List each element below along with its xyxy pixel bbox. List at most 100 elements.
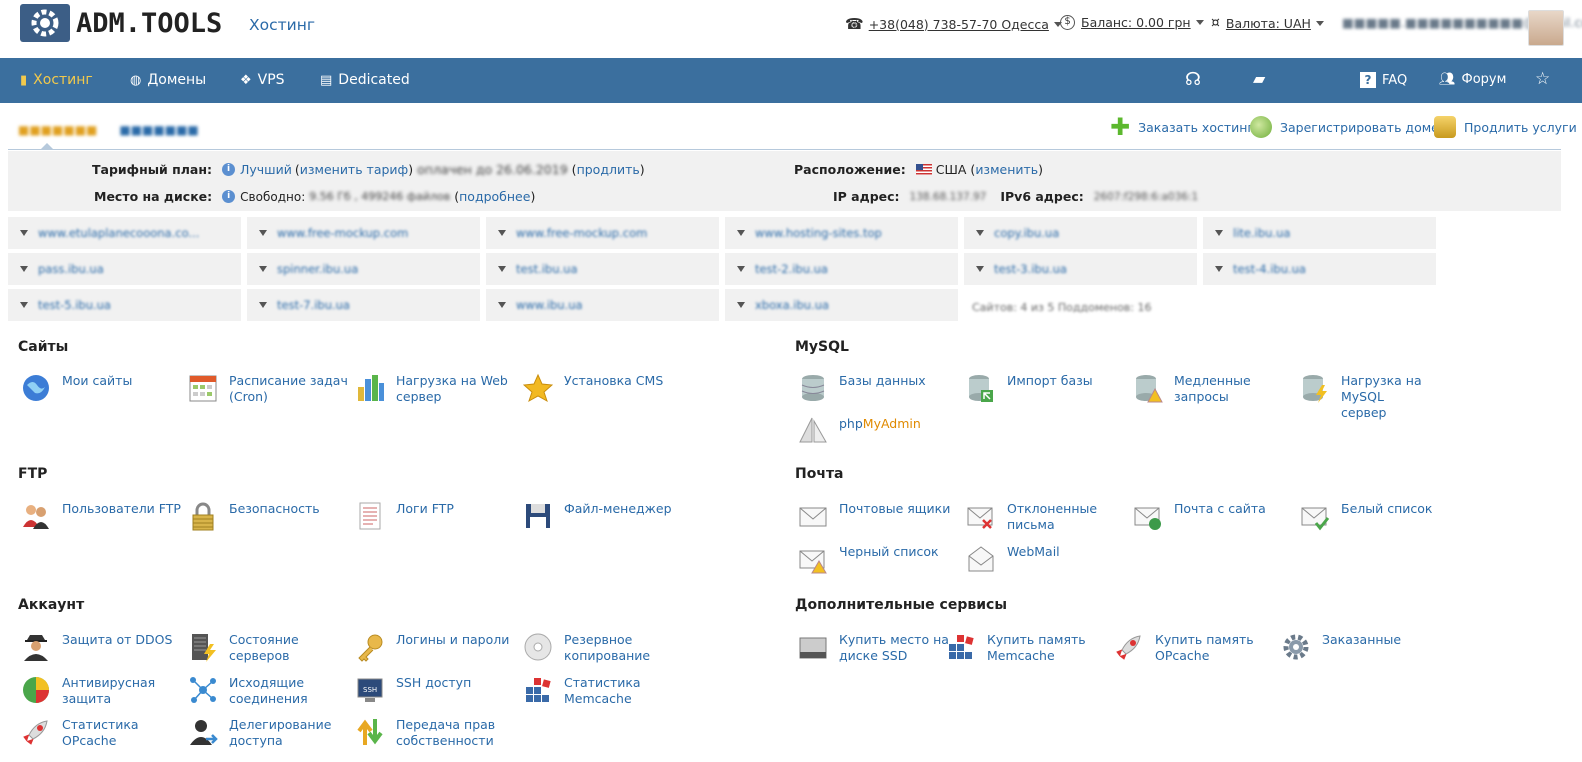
outgoing-connections-label: Исходящие соединения bbox=[229, 675, 308, 706]
caret-down-icon bbox=[498, 230, 506, 236]
mysql-load-item[interactable]: Нагрузка на MySQL сервер bbox=[1299, 372, 1461, 421]
domain-item[interactable]: test-7.ibu.ua bbox=[247, 289, 480, 321]
domain-item[interactable]: www.free-mockup.com bbox=[247, 217, 480, 249]
info-icon[interactable]: i bbox=[222, 190, 236, 203]
domain-item[interactable]: test-5.ibu.ua bbox=[8, 289, 241, 321]
divider bbox=[8, 149, 1561, 150]
avatar[interactable] bbox=[1528, 10, 1564, 46]
domain-item[interactable]: xboxa.ibu.ua bbox=[725, 289, 958, 321]
install-cms-label: Установка CMS bbox=[564, 373, 664, 388]
disk-free-label: Свободно: bbox=[240, 189, 306, 204]
database-import-icon bbox=[965, 372, 997, 404]
caret-down-icon bbox=[737, 266, 745, 272]
logo[interactable]: ADM.TOOLS bbox=[20, 4, 222, 42]
whitelist-item[interactable]: Белый список bbox=[1299, 500, 1461, 532]
currency-dropdown[interactable]: ¤ Валюта: UAH bbox=[1211, 15, 1324, 31]
register-domain-button[interactable]: Зарегистрировать домен bbox=[1250, 116, 1447, 138]
star-icon[interactable]: ☆ bbox=[1535, 69, 1550, 89]
domain-item[interactable]: lite.ibu.ua bbox=[1203, 217, 1436, 249]
server-status-item[interactable]: Состояние серверов bbox=[187, 631, 349, 664]
change-location-link[interactable]: изменить bbox=[975, 162, 1038, 177]
domain-item[interactable]: www.ibu.ua bbox=[486, 289, 719, 321]
main-nav: ▮ Хостинг ◍ Домены ❖ VPS ▤ Dedicated ☊ ▰… bbox=[0, 58, 1582, 103]
site-mail-item[interactable]: Почта с сайта bbox=[1132, 500, 1294, 532]
phpmyadmin-item[interactable]: phpMyAdmin bbox=[797, 415, 959, 447]
buy-ssd-item[interactable]: Купить место на диске SSD bbox=[797, 631, 959, 664]
nav-domains-label: Домены bbox=[147, 72, 207, 88]
domain-item[interactable]: www.hosting-sites.top bbox=[725, 217, 958, 249]
import-db-label: Импорт базы bbox=[1007, 373, 1093, 388]
blacklist-item[interactable]: Черный список bbox=[797, 543, 959, 575]
nav-forum[interactable]: 👥︎ Форум bbox=[1439, 72, 1506, 87]
antivirus-label: Антивирусная защита bbox=[62, 675, 156, 706]
import-db-item[interactable]: Импорт базы bbox=[965, 372, 1127, 404]
webmail-item[interactable]: WebMail bbox=[965, 543, 1127, 575]
location-label: Расположение: bbox=[794, 162, 906, 177]
nav-faq[interactable]: ? FAQ bbox=[1360, 72, 1407, 88]
install-cms-item[interactable]: Установка CMS bbox=[522, 372, 684, 404]
phone-dropdown[interactable]: ☎ +38(048) 738-57-70 Одесса bbox=[845, 15, 1062, 33]
ftp-logs-item[interactable]: Логи FTP bbox=[354, 500, 516, 532]
outgoing-connections-item[interactable]: Исходящие соединения bbox=[187, 674, 349, 707]
buy-memcache-item[interactable]: Купить память Memcache bbox=[945, 631, 1107, 664]
tab-account-2[interactable]: ■■■■■■■ bbox=[119, 123, 198, 137]
order-hosting-button[interactable]: ✚ Заказать хостинг bbox=[1110, 115, 1254, 139]
databases-item[interactable]: Базы данных bbox=[797, 372, 959, 404]
antivirus-item[interactable]: Антивирусная защита bbox=[20, 674, 182, 707]
file-manager-item[interactable]: Файл-менеджер bbox=[522, 500, 684, 532]
backup-item[interactable]: Резервное копирование bbox=[522, 631, 684, 664]
logins-item[interactable]: Логины и пароли bbox=[354, 631, 516, 663]
change-plan-link[interactable]: изменить тариф bbox=[300, 162, 409, 177]
caret-down-icon bbox=[1215, 230, 1223, 236]
slow-queries-item[interactable]: Медленные запросы bbox=[1132, 372, 1304, 405]
details-link[interactable]: подробнее bbox=[459, 189, 530, 204]
nav-hosting[interactable]: ▮ Хостинг bbox=[20, 72, 93, 88]
tab-account-1[interactable]: ■■■■■■■ bbox=[18, 123, 97, 137]
section-sites-title: Сайты bbox=[18, 339, 69, 355]
domain-item[interactable]: spinner.ibu.ua bbox=[247, 253, 480, 285]
extend-link[interactable]: продлить bbox=[577, 162, 640, 177]
network-icon bbox=[187, 674, 219, 706]
web-load-item[interactable]: Нагрузка на Web сервер bbox=[354, 372, 516, 405]
nav-dedicated[interactable]: ▤ Dedicated bbox=[320, 72, 410, 88]
domain-item[interactable]: test-3.ibu.ua bbox=[964, 253, 1197, 285]
info-icon[interactable]: i bbox=[221, 163, 235, 176]
chat-icon[interactable]: ▰ bbox=[1253, 69, 1265, 88]
domain-item[interactable]: www.etulaplanecooona.co... bbox=[8, 217, 241, 249]
domain-item[interactable]: test-4.ibu.ua bbox=[1203, 253, 1436, 285]
location-row: Расположение: США (изменить) bbox=[794, 162, 1043, 177]
buy-opcache-item[interactable]: Купить память OPcache bbox=[1113, 631, 1275, 664]
my-sites-label: Мои сайты bbox=[62, 373, 133, 388]
domain-item[interactable]: test-2.ibu.ua bbox=[725, 253, 958, 285]
ownership-transfer-item[interactable]: Передача прав собственности bbox=[354, 716, 516, 749]
nav-vps[interactable]: ❖ VPS bbox=[240, 72, 285, 88]
domain-item[interactable]: test.ibu.ua bbox=[486, 253, 719, 285]
delegation-item[interactable]: Делегирование доступа bbox=[187, 716, 349, 749]
extend-services-button[interactable]: Продлить услуги bbox=[1434, 116, 1577, 138]
disc-icon bbox=[522, 631, 554, 663]
ddos-item[interactable]: Защита от DDOS bbox=[20, 631, 182, 663]
balance-dropdown[interactable]: $ Баланс: 0.00 грн bbox=[1060, 15, 1204, 30]
nav-domains[interactable]: ◍ Домены bbox=[130, 72, 206, 88]
coins-icon bbox=[1434, 116, 1456, 138]
cron-item[interactable]: Расписание задач (Cron) bbox=[187, 372, 349, 405]
page-title[interactable]: Хостинг bbox=[249, 16, 315, 34]
mailboxes-item[interactable]: Почтовые ящики bbox=[797, 500, 959, 532]
opcache-stats-item[interactable]: Статистика OPcache bbox=[20, 716, 182, 749]
whitelist-label: Белый список bbox=[1341, 501, 1433, 516]
mysql-load-label: Нагрузка на MySQL сервер bbox=[1341, 373, 1422, 420]
rejected-mail-item[interactable]: Отклоненные письма bbox=[965, 500, 1127, 533]
ordered-services-item[interactable]: Заказанные bbox=[1280, 631, 1442, 663]
ssh-item[interactable]: SSH SSH доступ bbox=[354, 674, 516, 706]
my-sites-item[interactable]: Мои сайты bbox=[20, 372, 182, 404]
domain-item[interactable]: pass.ibu.ua bbox=[8, 253, 241, 285]
disk-value: 9.56 Гб , 499246 файлов bbox=[309, 190, 451, 203]
plan-name-link[interactable]: Лучший bbox=[240, 162, 292, 177]
memcache-stats-item[interactable]: Статистика Memcache bbox=[522, 674, 684, 707]
ftp-users-item[interactable]: Пользователи FTP bbox=[20, 500, 182, 532]
chevron-down-icon bbox=[1315, 20, 1324, 26]
domain-item[interactable]: www.free-mockup.com bbox=[486, 217, 719, 249]
security-item[interactable]: Безопасность bbox=[187, 500, 349, 532]
domain-item[interactable]: copy.ibu.ua bbox=[964, 217, 1197, 249]
support-headset-icon[interactable]: ☊ bbox=[1185, 69, 1201, 90]
